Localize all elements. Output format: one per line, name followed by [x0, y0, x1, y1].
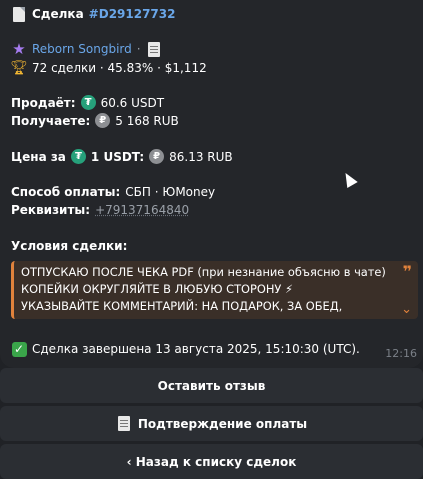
ruble-coin-icon: ₽	[95, 113, 111, 128]
tether-icon: ₮	[80, 95, 96, 110]
stats-row: 🏆︎ 72 сделки · 45.83% · $1,112	[10, 60, 207, 76]
memo-icon[interactable]	[146, 41, 162, 57]
requisites-value[interactable]: +79137164840	[95, 203, 189, 217]
sell-value: 60.6 USDT	[100, 95, 165, 110]
leave-review-label: Оставить отзыв	[157, 378, 266, 393]
message-time: 12:16	[385, 347, 417, 360]
payment-value: СБП · ЮMoney	[125, 185, 216, 199]
payment-label: Способ оплаты:	[11, 185, 121, 199]
leave-review-button[interactable]: Оставить отзыв	[0, 368, 423, 403]
requisites-row: Реквизиты: +79137164840	[11, 203, 189, 217]
check-mark-icon: ✓	[11, 341, 27, 357]
receive-value: 5 168 RUB	[115, 113, 179, 128]
sell-label: Продаёт:	[11, 95, 76, 110]
chevron-down-icon[interactable]: ⌄	[401, 301, 412, 318]
ruble-coin-icon: ₽	[149, 149, 165, 164]
receive-label: Получаете:	[11, 113, 91, 128]
sell-row: Продаёт: ₮ 60.6 USDT	[11, 95, 164, 110]
back-to-deals-button[interactable]: ‹ Назад к списку сделок	[0, 444, 423, 479]
deal-header: Сделка #D29127732	[11, 6, 175, 22]
conditions-quote[interactable]: ОТПУСКАЮ ПОСЛЕ ЧЕКА PDF (при незнание об…	[11, 261, 418, 319]
conditions-label: Условия сделки:	[11, 239, 128, 253]
user-name-link[interactable]: Reborn Songbird	[32, 42, 132, 56]
trophy-icon: 🏆︎	[10, 60, 28, 76]
document-icon	[11, 6, 27, 22]
confirm-payment-label: Подтверждение оплаты	[137, 416, 308, 431]
price-unit: 1 USDT:	[90, 149, 145, 164]
status-row: ✓ Сделка завершена 13 августа 2025, 15:1…	[11, 341, 360, 357]
receipt-icon	[116, 416, 132, 432]
price-value: 86.13 RUB	[169, 149, 233, 164]
requisites-label: Реквизиты:	[11, 203, 91, 217]
tether-icon: ₮	[70, 149, 86, 164]
status-text: Сделка завершена 13 августа 2025, 15:10:…	[32, 342, 360, 356]
condition-line: ОТПУСКАЮ ПОСЛЕ ЧЕКА PDF (при незнание об…	[21, 265, 386, 279]
star-icon: ★	[12, 40, 26, 58]
user-row: ★ Reborn Songbird ·	[11, 40, 162, 58]
confirm-payment-button[interactable]: Подтверждение оплаты	[0, 406, 423, 441]
price-label: Цена за	[11, 149, 66, 164]
conditions-heading: Условия сделки:	[11, 239, 127, 253]
deal-id-link[interactable]: #D29127732	[89, 7, 176, 21]
payment-row: Способ оплаты: СБП · ЮMoney	[11, 185, 215, 199]
separator: ·	[136, 42, 141, 56]
back-to-deals-label: ‹ Назад к списку сделок	[126, 454, 297, 469]
receive-row: Получаете: ₽ 5 168 RUB	[11, 113, 179, 128]
condition-line: УКАЗЫВАЙТЕ КОММЕНТАРИЙ: НА ПОДАРОК, ЗА О…	[21, 299, 343, 313]
quote-mark-icon: ❞	[402, 262, 412, 281]
deal-label: Сделка	[32, 7, 84, 21]
price-row: Цена за ₮ 1 USDT: ₽ 86.13 RUB	[11, 149, 233, 164]
message-bubble: Сделка #D29127732 ★ Reborn Songbird · 🏆︎…	[0, 0, 423, 368]
stats-text: 72 сделки · 45.83% · $1,112	[32, 61, 207, 75]
condition-line: КОПЕЙКИ ОКРУГЛЯЙТЕ В ЛЮБУЮ СТОРОНУ ⚡	[21, 282, 293, 296]
